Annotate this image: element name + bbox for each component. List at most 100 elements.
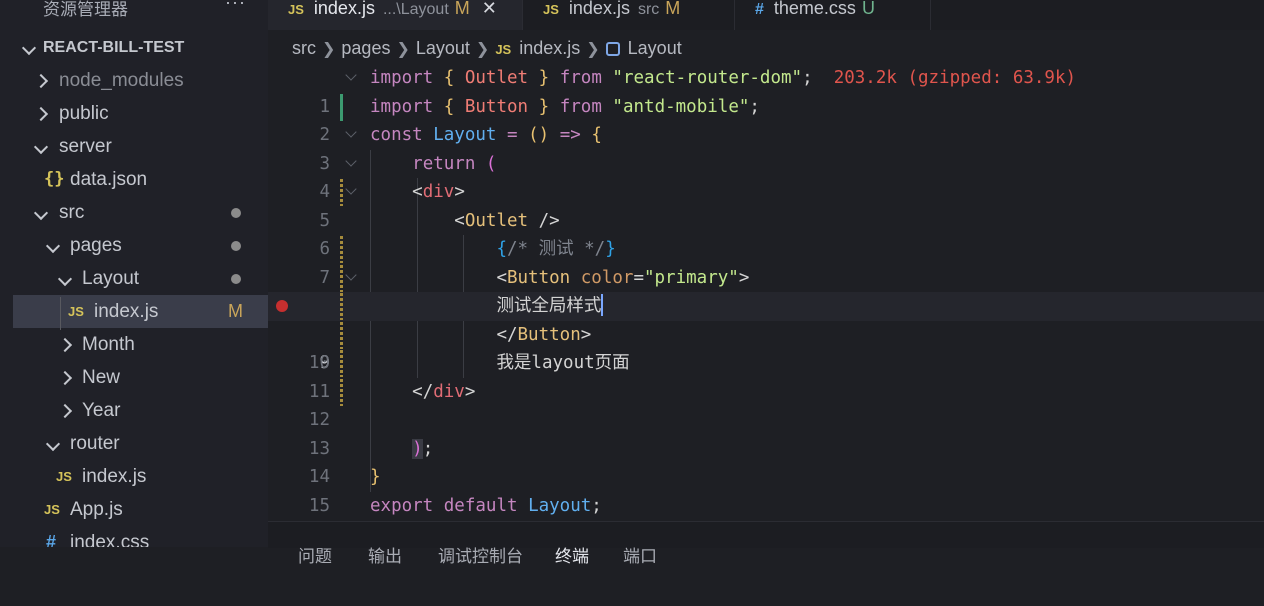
code-token: 测试全局样式 bbox=[496, 296, 602, 316]
chevron-down-icon bbox=[21, 31, 37, 64]
code-token: from bbox=[559, 68, 602, 88]
code-token: </ bbox=[412, 381, 434, 402]
js-file-icon: JS bbox=[56, 469, 72, 484]
tab-status-badge: M bbox=[454, 0, 470, 18]
tree-item-server[interactable]: server bbox=[0, 130, 268, 163]
code-line: 16 export default Layout; bbox=[268, 492, 1264, 545]
fold-chevron-icon[interactable] bbox=[345, 183, 357, 195]
tree-item-layout[interactable]: Layout bbox=[0, 262, 268, 295]
code-token: 我是layout页面 bbox=[496, 353, 630, 373]
panel-tab-ports[interactable]: 端口 bbox=[623, 542, 657, 567]
fold-chevron-icon[interactable] bbox=[345, 268, 357, 281]
tree-item-node-modules[interactable]: node_modules bbox=[0, 64, 268, 97]
tab-layout-index-js[interactable]: JS index.js ...\Layout M ✕ bbox=[268, 0, 523, 30]
code-token: Outlet bbox=[464, 68, 529, 88]
breadcrumb-item[interactable]: Layout bbox=[628, 38, 682, 58]
breadcrumb-item[interactable]: src bbox=[292, 38, 316, 58]
code-token: Outlet bbox=[464, 210, 529, 231]
tree-item-src[interactable]: src bbox=[0, 196, 268, 229]
code-token: } bbox=[370, 467, 381, 487]
chevron-down-icon bbox=[33, 196, 49, 229]
tree-item-data-json[interactable]: {} data.json bbox=[0, 163, 268, 196]
code-token: ) bbox=[412, 438, 423, 459]
code-token: export bbox=[370, 495, 434, 516]
tree-item-label: public bbox=[59, 103, 109, 124]
code-line: 10 </Button> bbox=[268, 321, 1264, 373]
breadcrumb-item[interactable]: index.js bbox=[519, 38, 580, 58]
code-token: Button bbox=[517, 324, 581, 345]
code-token: ; bbox=[591, 495, 602, 516]
tree-item-label: Layout bbox=[82, 268, 140, 289]
tree-root[interactable]: REACT-BILL-TEST bbox=[0, 31, 268, 64]
added-line-marker bbox=[340, 93, 343, 121]
code-line: 11 我是layout页面 bbox=[268, 349, 1264, 402]
tree-item-pages[interactable]: pages bbox=[0, 229, 268, 262]
code-token: "react-router-dom" bbox=[612, 68, 803, 88]
tree-item-label: index.js bbox=[94, 301, 159, 322]
css-file-icon: # bbox=[46, 532, 57, 547]
tree-item-label: src bbox=[59, 202, 85, 223]
code-token: > bbox=[738, 267, 750, 288]
tree-item-label: node_modules bbox=[59, 70, 184, 91]
tab-src-index-js[interactable]: JS index.js src M bbox=[523, 0, 735, 30]
code-editor[interactable]: 1 import { Outlet } from "react-router-d… bbox=[268, 64, 1264, 545]
tree-item-new[interactable]: New bbox=[0, 361, 268, 394]
code-token: import bbox=[370, 96, 434, 117]
tree-item-label: index.js bbox=[82, 466, 147, 487]
chevron-right-icon bbox=[57, 394, 73, 427]
tab-path-hint: ...\Layout bbox=[382, 1, 449, 18]
chevron-down-icon bbox=[45, 427, 61, 460]
tree-item-label: Year bbox=[82, 400, 121, 421]
fold-chevron-icon[interactable] bbox=[345, 126, 357, 138]
tab-theme-css[interactable]: # theme.css U bbox=[735, 0, 931, 30]
tree-item-label: index.css bbox=[70, 532, 150, 547]
tree-item-year[interactable]: Year bbox=[0, 394, 268, 427]
breakpoint-icon[interactable] bbox=[276, 300, 288, 312]
root-folder-label: REACT-BILL-TEST bbox=[43, 39, 185, 56]
code-token: "primary" bbox=[643, 267, 739, 288]
tree-item-month[interactable]: Month bbox=[0, 328, 268, 361]
tree-item-index-css[interactable]: # index.css bbox=[0, 526, 268, 547]
code-line: 8 <Button color="primary"> bbox=[268, 264, 1264, 316]
tree-item-router[interactable]: router bbox=[0, 427, 268, 460]
code-token: ; bbox=[749, 96, 760, 117]
breadcrumb-item[interactable]: pages bbox=[341, 38, 390, 58]
chevron-down-icon bbox=[33, 130, 49, 163]
code-token: ; bbox=[422, 438, 434, 459]
tree-item-router-index-js[interactable]: JS index.js bbox=[0, 460, 268, 493]
panel-tab-terminal[interactable]: 终端 bbox=[555, 542, 589, 567]
tree-item-label: data.json bbox=[70, 169, 148, 190]
code-line: 7 {/* 测试 */} bbox=[268, 235, 1264, 288]
close-icon[interactable]: ✕ bbox=[482, 0, 497, 18]
breadcrumb: src ❯ pages ❯ Layout ❯ JS index.js ❯ Layout bbox=[268, 33, 1264, 63]
json-file-icon: {} bbox=[44, 169, 65, 189]
code-token: = bbox=[633, 267, 644, 288]
code-line: 13 bbox=[268, 406, 1264, 459]
code-token: Button bbox=[464, 96, 529, 117]
code-token: { bbox=[496, 239, 507, 259]
chevron-down-icon bbox=[45, 229, 61, 262]
code-token: > bbox=[464, 381, 476, 402]
tree-item-layout-index-js[interactable]: JS index.js M bbox=[13, 295, 268, 328]
modified-dot-icon bbox=[231, 241, 241, 251]
code-line: 3 const Layout = () => { bbox=[268, 121, 1264, 174]
code-token: } bbox=[538, 68, 550, 88]
tree-item-app-js[interactable]: JS App.js bbox=[0, 493, 268, 526]
tab-status-badge: M bbox=[665, 0, 681, 18]
fold-chevron-icon[interactable] bbox=[345, 154, 357, 167]
panel-tab-problems[interactable]: 问题 bbox=[298, 542, 332, 567]
more-actions-icon[interactable]: ··· bbox=[225, 0, 246, 13]
breadcrumb-item[interactable]: Layout bbox=[416, 38, 470, 58]
code-line: 4 return ( bbox=[268, 150, 1264, 203]
tree-item-public[interactable]: public bbox=[0, 97, 268, 130]
tab-path-hint: src bbox=[637, 1, 660, 18]
code-line: 14 ); bbox=[268, 435, 1264, 487]
tree-item-label: New bbox=[82, 367, 121, 388]
panel-tab-output[interactable]: 输出 bbox=[368, 542, 402, 567]
tab-label: index.js bbox=[313, 0, 375, 18]
fold-chevron-icon[interactable] bbox=[345, 69, 357, 81]
code-token: () bbox=[528, 125, 550, 145]
code-token: /> bbox=[528, 210, 560, 231]
panel-tab-debug-console[interactable]: 调试控制台 bbox=[438, 542, 523, 567]
tree-item-label: router bbox=[70, 433, 120, 454]
